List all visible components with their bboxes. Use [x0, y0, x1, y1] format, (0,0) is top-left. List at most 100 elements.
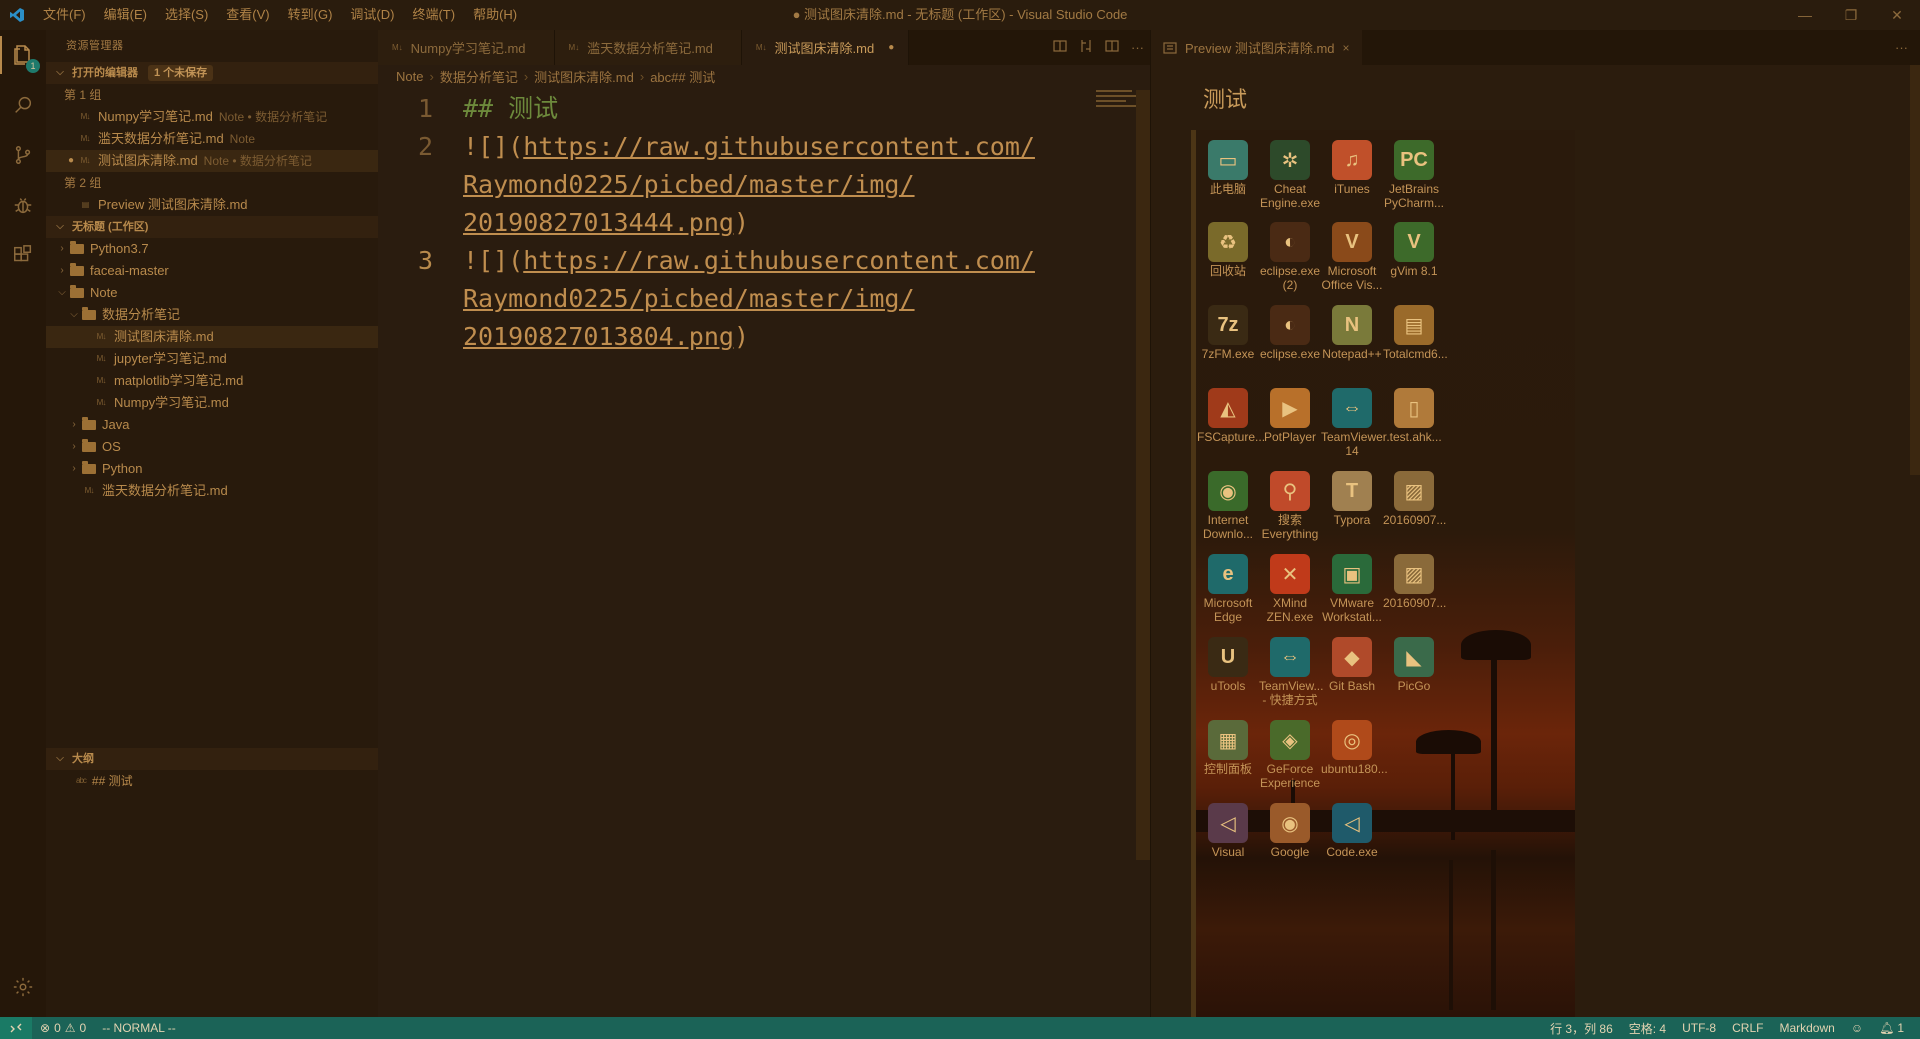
breadcrumb-item[interactable]: Note [396, 69, 423, 84]
tree-folder[interactable]: ⌵ Note [46, 282, 378, 304]
debug-activity[interactable] [0, 180, 46, 230]
tree-folder[interactable]: › Python3.7 [46, 238, 378, 260]
markdown-file-icon: M↓ [80, 156, 91, 165]
minimap[interactable] [1096, 90, 1140, 120]
desktop-shortcut: ◉ Google [1259, 799, 1321, 859]
editor-scrollbar[interactable] [1136, 90, 1150, 860]
tree-item-label: 滥天数据分析笔记.md [102, 483, 228, 498]
menu-item[interactable]: 选择(S) [156, 0, 217, 30]
breadcrumb-item[interactable]: 数据分析笔记 [440, 67, 518, 86]
breadcrumb-item[interactable]: abc## 测试 [650, 67, 715, 86]
tree-item-label: jupyter学习笔记.md [114, 351, 227, 366]
chevron-right-icon: › [60, 265, 64, 276]
tree-item-label: OS [102, 439, 121, 454]
folder-icon [82, 417, 96, 430]
editor-group-2-preview: Preview 测试图床清除.md × ··· 测试 ▭ 此电脑 ✲ Cheat En… [1150, 30, 1920, 1018]
app-icon: V [1394, 222, 1434, 262]
close-tab-icon[interactable]: × [1343, 41, 1350, 55]
open-editor-item[interactable]: ▤ Preview 测试图床清除.md [46, 194, 378, 216]
preview-heading: 测试 [1203, 87, 1248, 112]
encoding[interactable]: UTF-8 [1674, 1021, 1724, 1035]
restore-button[interactable]: ❐ [1828, 0, 1874, 30]
cursor-position[interactable]: 行 3，列 86 [1542, 1020, 1621, 1037]
compare-icon[interactable] [1079, 39, 1093, 56]
menu-item[interactable]: 终端(T) [403, 0, 464, 30]
breadcrumb-item[interactable]: 测试图床清除.md [534, 67, 634, 86]
line-content: ![](https://raw.githubusercontent.com/Ra… [463, 242, 1063, 356]
explorer-activity[interactable]: 1 [0, 30, 46, 80]
minimize-button[interactable]: — [1782, 0, 1828, 30]
more-actions-icon[interactable]: ··· [1131, 40, 1144, 55]
outline-item[interactable]: abc ## 测试 [46, 770, 378, 792]
tree-folder[interactable]: › faceai-master [46, 260, 378, 282]
remote-icon[interactable] [0, 1017, 32, 1039]
open-editor-item[interactable]: M↓ Numpy学习笔记.md Note • 数据分析笔记 [46, 106, 378, 128]
desktop-shortcut: ✲ Cheat Engine.exe [1259, 136, 1321, 210]
desktop-shortcut-label: gVim 8.1 [1390, 264, 1438, 278]
source-control-activity[interactable] [0, 130, 46, 180]
problems-indicator[interactable]: ⊗ 0 ⚠ 0 [32, 1021, 94, 1035]
markdown-file-icon: M↓ [96, 398, 107, 407]
desktop-shortcut: ◎ ubuntu180... [1321, 716, 1388, 776]
menu-item[interactable]: 编辑(E) [95, 0, 156, 30]
menu-item[interactable]: 文件(F) [34, 0, 95, 30]
code-line[interactable]: 2 ![](https://raw.githubusercontent.com/R… [378, 128, 1138, 242]
menu-item[interactable]: 调试(D) [341, 0, 403, 30]
menu-item[interactable]: 查看(V) [217, 0, 278, 30]
split-editor-icon[interactable] [1105, 39, 1119, 56]
code-line[interactable]: 3 ![](https://raw.githubusercontent.com/R… [378, 242, 1138, 356]
unsaved-dot-icon[interactable]: ● [888, 42, 894, 53]
end-of-line[interactable]: CRLF [1724, 1021, 1771, 1035]
image-url: https://raw.githubusercontent.com/ [523, 246, 1035, 275]
search-activity[interactable] [0, 80, 46, 130]
tree-file[interactable]: M↓ matplotlib学习笔记.md [46, 370, 378, 392]
indentation[interactable]: 空格: 4 [1621, 1020, 1674, 1037]
tree-file[interactable]: M↓ 测试图床清除.md [46, 326, 378, 348]
close-window-button[interactable]: ✕ [1874, 0, 1920, 30]
tree-folder[interactable]: › Python [46, 458, 378, 480]
editor-group-label[interactable]: 第 1 组 [46, 84, 378, 106]
tab-editor[interactable]: M↓ Numpy学习笔记.md [378, 30, 555, 65]
tree-folder[interactable]: › Java [46, 414, 378, 436]
status-bar: ⊗ 0 ⚠ 0 -- NORMAL -- 行 3，列 86 空格: 4 UTF-8 … [0, 1017, 1920, 1039]
code-line[interactable]: 1 ## 测试 [378, 90, 1138, 128]
tree-file[interactable]: M↓ 滥天数据分析笔记.md [46, 480, 378, 502]
language-mode[interactable]: Markdown [1771, 1021, 1842, 1035]
code-area[interactable]: 1 ## 测试 2 ![](https://raw.githubusercontent… [378, 90, 1138, 356]
gear-icon [13, 977, 33, 997]
open-editor-item[interactable]: M↓ 滥天数据分析笔记.md Note [46, 128, 378, 150]
tree-file[interactable]: M↓ jupyter学习笔记.md [46, 348, 378, 370]
tree-folder[interactable]: › OS [46, 436, 378, 458]
app-icon: ▭ [1208, 140, 1248, 180]
app-icon: ◐ [1270, 222, 1310, 262]
extensions-activity[interactable] [0, 230, 46, 280]
sidebar-title: 资源管理器 [66, 40, 124, 52]
desktop-shortcut-label: 7zFM.exe [1201, 347, 1255, 361]
open-editor-item[interactable]: ● M↓ 测试图床清除.md Note • 数据分析笔记 [46, 150, 378, 172]
more-actions-icon[interactable]: ··· [1895, 40, 1908, 55]
desktop-shortcut: ◣ PicGo [1383, 633, 1445, 693]
tab-editor[interactable]: M↓ 测试图床清除.md ● [741, 30, 910, 65]
preview-scrollbar[interactable] [1910, 65, 1920, 475]
workspace-header[interactable]: ⌵ 无标题 (工作区) [46, 216, 378, 238]
tab-editor[interactable]: M↓ 滥天数据分析笔记.md [554, 30, 742, 65]
title-bar: 文件(F) 编辑(E) 选择(S) 查看(V) 转到(G) 调试(D) 终端(T) 帮助(H)… [0, 0, 1920, 30]
tree-file[interactable]: M↓ Numpy学习笔记.md [46, 392, 378, 414]
outline-header[interactable]: ⌵ 大纲 [46, 748, 378, 770]
open-editors-header[interactable]: ⌵ 打开的编辑器 1 个未保存 [46, 62, 378, 84]
desktop-shortcut: ▤ Totalcmd6... [1383, 301, 1448, 361]
menu-item[interactable]: 帮助(H) [464, 0, 526, 30]
app-icon: ▯ [1394, 388, 1434, 428]
warning-count: 0 [79, 1021, 87, 1035]
menu-item[interactable]: 转到(G) [279, 0, 342, 30]
chevron-right-icon: › [72, 463, 76, 474]
tab-preview[interactable]: Preview 测试图床清除.md × [1151, 30, 1362, 65]
feedback-icon[interactable]: ☺ [1843, 1021, 1871, 1035]
editor-group-label[interactable]: 第 2 组 [46, 172, 378, 194]
open-preview-icon[interactable] [1053, 39, 1067, 56]
desktop-shortcut-label: VMware Workstati... [1322, 596, 1382, 624]
tab-label: 滥天数据分析笔记.md [587, 41, 713, 56]
manage-activity[interactable] [0, 962, 46, 1012]
tree-folder[interactable]: ⌵ 数据分析笔记 [46, 304, 378, 326]
notifications[interactable]: 🔔︎ 1 [1871, 1021, 1912, 1035]
